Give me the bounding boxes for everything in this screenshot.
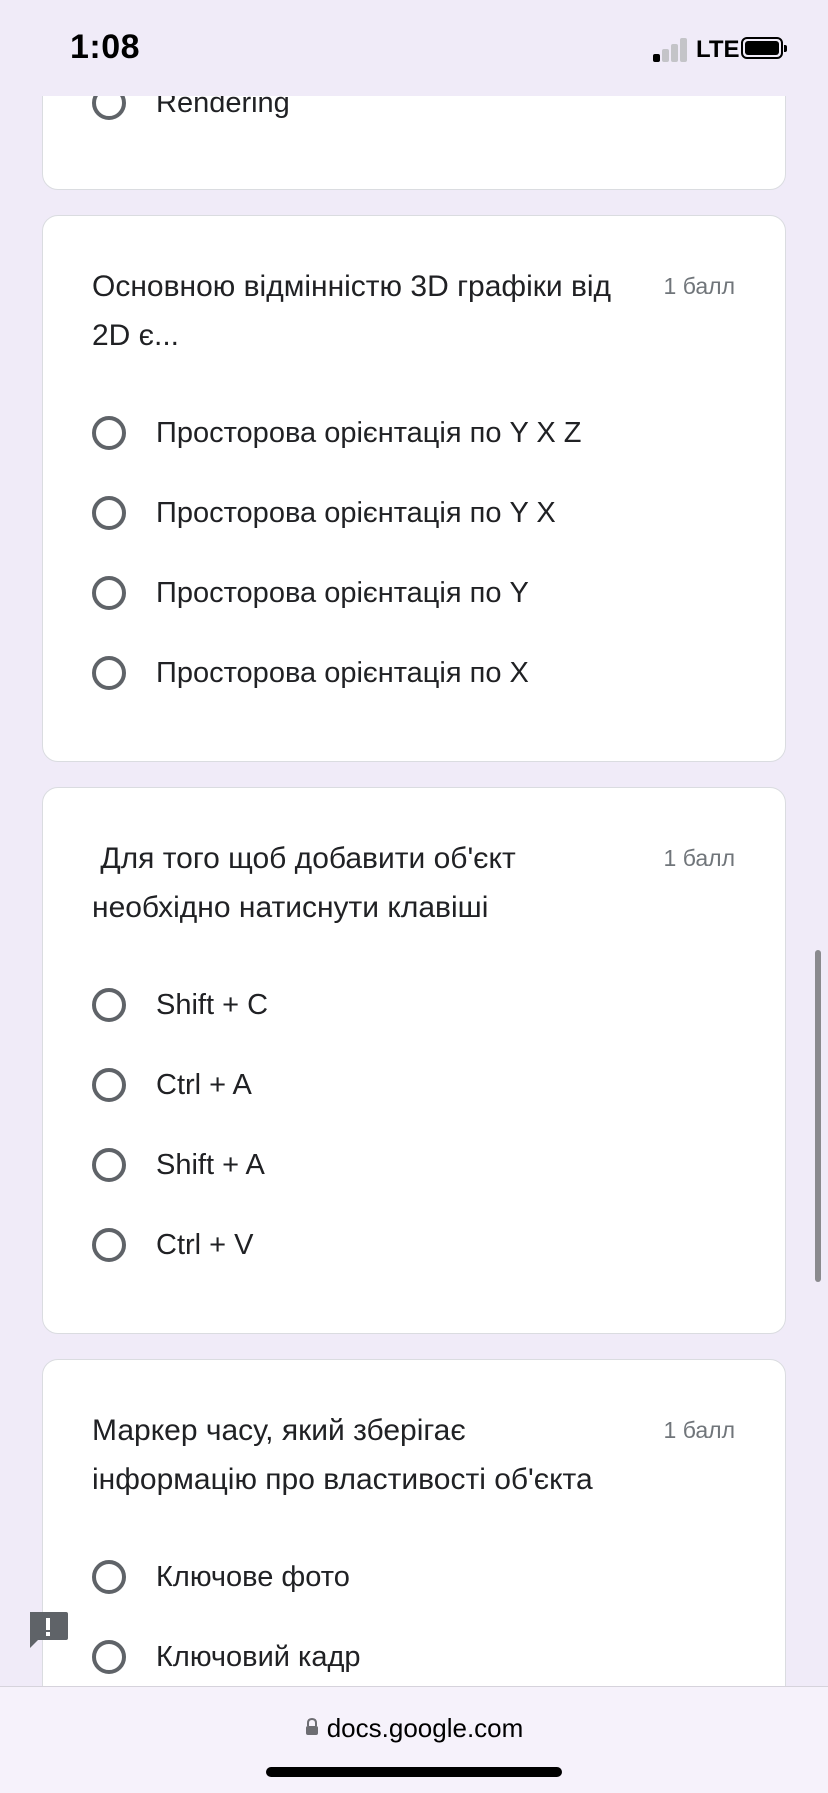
answer-option[interactable]: Ctrl + A bbox=[92, 1045, 268, 1125]
answer-option-label: Ctrl + A bbox=[156, 1068, 252, 1101]
radio-button[interactable] bbox=[92, 1640, 126, 1674]
battery-icon bbox=[741, 37, 787, 59]
url-display[interactable]: docs.google.com bbox=[0, 1713, 828, 1746]
answer-option-label: Просторова орієнтація по Y X Z bbox=[156, 416, 582, 449]
answer-option-label: Просторова орієнтація по Y bbox=[156, 576, 529, 609]
radio-button[interactable] bbox=[92, 416, 126, 450]
answer-option-label: Просторова орієнтація по Y X bbox=[156, 496, 556, 529]
answer-option[interactable]: Shift + A bbox=[92, 1125, 268, 1205]
radio-button[interactable] bbox=[92, 1228, 126, 1262]
question-points: 1 балл bbox=[663, 273, 735, 299]
answer-options: Shift + C Ctrl + A Shift + A Ctrl + V bbox=[92, 965, 268, 1285]
network-type: LTE bbox=[696, 36, 740, 63]
answer-option[interactable]: Ctrl + V bbox=[92, 1205, 268, 1285]
cellular-signal-icon bbox=[653, 38, 689, 62]
radio-button[interactable] bbox=[92, 1068, 126, 1102]
status-time: 1:08 bbox=[70, 28, 141, 66]
question-card-add-object: Для того щоб добавити об'єкт необхідно н… bbox=[42, 787, 786, 1334]
question-card-3d-vs-2d: Основною відмінністю 3D графіки від 2D є… bbox=[42, 215, 786, 762]
question-points: 1 балл bbox=[663, 845, 735, 871]
radio-button[interactable] bbox=[92, 576, 126, 610]
lock-icon bbox=[305, 1712, 319, 1743]
answer-option-label: Просторова орієнтація по X bbox=[156, 656, 529, 689]
radio-button[interactable] bbox=[92, 1148, 126, 1182]
answer-option-label: Shift + A bbox=[156, 1148, 265, 1181]
answer-option-label: Ключове фото bbox=[156, 1560, 350, 1593]
answer-option[interactable]: Ключове фото bbox=[92, 1537, 361, 1617]
answer-options: Ключове фото Ключовий кадр bbox=[92, 1537, 361, 1697]
radio-button[interactable] bbox=[92, 1560, 126, 1594]
answer-option-label: Shift + C bbox=[156, 988, 269, 1021]
answer-option[interactable]: Просторова орієнтація по Y X Z bbox=[92, 393, 582, 473]
answer-options: Просторова орієнтація по Y X Z Просторов… bbox=[92, 393, 582, 713]
browser-address-bar: docs.google.com bbox=[0, 1686, 828, 1793]
answer-option[interactable]: Просторова орієнтація по Y bbox=[92, 553, 582, 633]
radio-button[interactable] bbox=[92, 988, 126, 1022]
question-points: 1 балл bbox=[663, 1417, 735, 1443]
question-title: Для того щоб добавити об'єкт необхідно н… bbox=[92, 842, 525, 924]
feedback-icon[interactable] bbox=[26, 1610, 70, 1650]
question-title: Маркер часу, який зберігає інформацію пр… bbox=[92, 1414, 593, 1496]
status-bar: 1:08 LTE bbox=[0, 0, 828, 96]
answer-option-label: Ключовий кадр bbox=[156, 1640, 361, 1673]
question-title: Основною відмінністю 3D графіки від 2D є… bbox=[92, 270, 612, 352]
home-indicator[interactable] bbox=[266, 1767, 562, 1777]
answer-option[interactable]: Ключовий кадр bbox=[92, 1617, 361, 1697]
page-scrollbar[interactable] bbox=[815, 950, 821, 1282]
radio-button[interactable] bbox=[92, 496, 126, 530]
answer-option[interactable]: Просторова орієнтація по X bbox=[92, 633, 582, 713]
answer-option[interactable]: Shift + C bbox=[92, 965, 268, 1045]
answer-option-label: Ctrl + V bbox=[156, 1228, 254, 1261]
url-text: docs.google.com bbox=[326, 1713, 524, 1743]
radio-button[interactable] bbox=[92, 656, 126, 690]
answer-option[interactable]: Просторова орієнтація по Y X bbox=[92, 473, 582, 553]
